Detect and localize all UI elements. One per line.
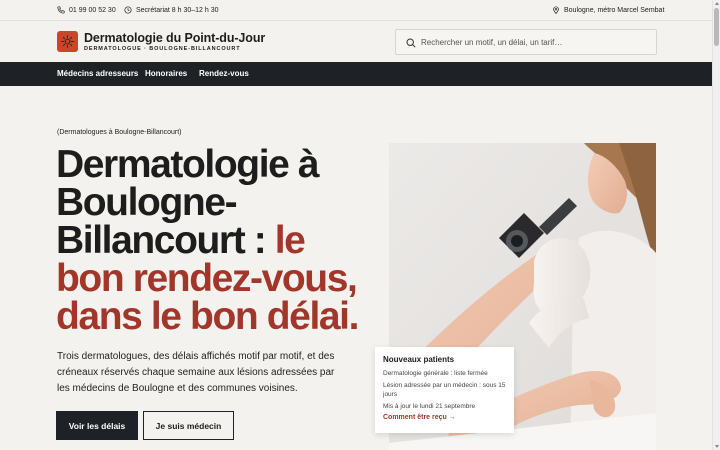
brand-name[interactable]: Dermatologie du Point-du-Jour <box>84 31 265 45</box>
brand-logo[interactable] <box>57 31 78 52</box>
site-header: Dermatologie du Point-du-Jour DERMATOLOG… <box>0 20 712 62</box>
hero-lede: Trois dermatologues, des délais affichés… <box>57 351 335 394</box>
new-patients-card: Nouveaux patients Dermatologie générale … <box>375 347 514 433</box>
nav-item-medecins-adresseurs[interactable]: Médecins adresseurs <box>57 69 138 78</box>
page-scrollbar[interactable] <box>712 0 720 450</box>
nav-item-rendez-vous[interactable]: Rendez-vous <box>199 69 249 78</box>
location-text: Boulogne, métro Marcel Sembat <box>564 6 665 14</box>
card-title: Nouveaux patients <box>383 355 455 364</box>
scroll-up-icon[interactable] <box>715 2 719 5</box>
office-hours: Secrétariat 8 h 30–12 h 30 <box>136 6 219 14</box>
location-info[interactable]: Boulogne, métro Marcel Sembat <box>552 6 664 14</box>
hero-eyebrow: (Dermatologues à Boulogne-Billancourt) <box>57 129 182 136</box>
brand-tagline: DERMATOLOGUE · BOULOGNE-BILLANCOURT <box>84 46 241 52</box>
phone-number: 01 99 00 52 30 <box>69 6 116 14</box>
card-general-status: Dermatologie générale : liste fermée <box>383 370 488 377</box>
doctor-button[interactable]: Je suis médecin <box>143 411 234 440</box>
search-box[interactable] <box>395 29 657 55</box>
hero-headline: Dermatologie à Boulogne-Billancourt : le… <box>56 145 376 336</box>
clock-icon <box>124 6 132 14</box>
nav-item-honoraires[interactable]: Honoraires <box>145 69 187 78</box>
map-pin-icon <box>553 6 559 14</box>
search-icon <box>406 38 416 48</box>
scrollbar-thumb[interactable] <box>714 8 719 46</box>
sun-icon <box>61 35 74 48</box>
view-delays-button[interactable]: Voir les délais <box>56 411 138 440</box>
scroll-down-icon[interactable] <box>715 445 719 448</box>
top-info-bar: 01 99 00 52 30 Secrétariat 8 h 30–12 h 3… <box>0 0 712 20</box>
phone-info[interactable]: 01 99 00 52 30 <box>57 6 116 14</box>
main-nav: Médecins adresseurs Honoraires Rendez-vo… <box>0 62 712 86</box>
card-updated-date: Mis à jour le lundi 21 septembre <box>383 403 476 410</box>
how-to-be-seen-link[interactable]: Comment être reçu → <box>383 414 506 421</box>
card-referred-delay: Lésion adressée par un médecin : sous 15… <box>383 382 506 398</box>
phone-icon <box>57 6 65 14</box>
hours-info: Secrétariat 8 h 30–12 h 30 <box>124 6 219 14</box>
search-input[interactable] <box>421 34 651 51</box>
